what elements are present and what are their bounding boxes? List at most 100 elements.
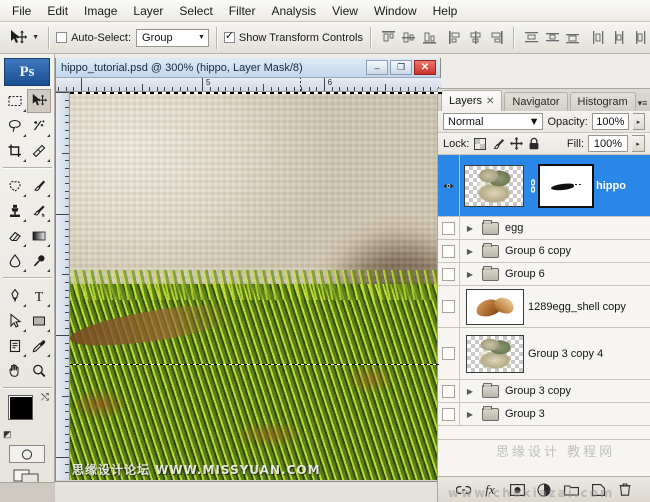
vertical-ruler[interactable] (56, 92, 70, 480)
layer-row-group-6-copy[interactable]: ▶ Group 6 copy (438, 240, 650, 263)
blend-mode-dropdown[interactable]: Normal ▼ (443, 113, 543, 130)
eye-icon[interactable] (442, 347, 455, 360)
menu-item-filter[interactable]: Filter (221, 1, 264, 21)
group-expand-triangle-icon[interactable]: ▶ (460, 270, 480, 279)
move-tool[interactable] (27, 89, 51, 113)
auto-select-target-dropdown[interactable]: Group ▼ (136, 29, 209, 47)
pen-tool[interactable] (3, 284, 27, 308)
eye-icon[interactable] (442, 385, 455, 398)
blur-tool[interactable] (3, 249, 27, 273)
layer-style-fx-icon[interactable]: fx (482, 482, 498, 498)
menu-item-window[interactable]: Window (366, 1, 425, 21)
distribute-left-edges-icon[interactable] (589, 28, 608, 48)
eye-icon[interactable] (442, 222, 455, 235)
layer-list[interactable]: hippo ▶ egg ▶ Group 6 copy (438, 155, 650, 476)
new-adjustment-layer-icon[interactable] (536, 482, 552, 498)
layer-row-group-3[interactable]: ▶ Group 3 (438, 403, 650, 426)
type-tool[interactable]: T (27, 284, 51, 308)
slice-tool[interactable] (27, 139, 51, 163)
lock-image-pixels-icon[interactable] (491, 137, 505, 151)
eye-icon[interactable] (442, 179, 455, 192)
align-left-edges-icon[interactable] (446, 28, 465, 48)
group-expand-triangle-icon[interactable]: ▶ (460, 224, 480, 233)
new-layer-icon[interactable] (590, 482, 606, 498)
eraser-tool[interactable] (3, 224, 27, 248)
hand-tool[interactable] (3, 359, 27, 383)
layer-visibility-cell[interactable] (438, 263, 460, 285)
layer-mask-link-icon[interactable] (528, 179, 538, 193)
magic-wand-tool[interactable] (27, 114, 51, 138)
quick-mask-mode-button[interactable] (9, 445, 45, 463)
maximize-button[interactable]: ❐ (390, 60, 412, 75)
layer-row-group-6[interactable]: ▶ Group 6 (438, 263, 650, 286)
lock-position-icon[interactable] (509, 137, 523, 151)
layer-visibility-cell[interactable] (438, 380, 460, 402)
rectangular-marquee-tool[interactable] (3, 89, 27, 113)
close-button[interactable]: ✕ (414, 60, 436, 75)
swap-colors-icon[interactable]: ⤭ (41, 392, 49, 403)
distribute-top-edges-icon[interactable] (522, 28, 541, 48)
eyedropper-tool[interactable] (27, 334, 51, 358)
opacity-slider-arrow-icon[interactable]: ▸ (633, 113, 645, 130)
menu-item-select[interactable]: Select (171, 1, 220, 21)
dodge-tool[interactable] (27, 249, 51, 273)
layer-visibility-cell[interactable] (438, 403, 460, 425)
menu-item-edit[interactable]: Edit (39, 1, 76, 21)
menu-item-analysis[interactable]: Analysis (263, 1, 324, 21)
align-top-edges-icon[interactable] (379, 28, 398, 48)
layer-thumbnail-hippo[interactable] (464, 165, 524, 207)
distribute-vertical-centers-icon[interactable] (543, 28, 562, 48)
layer-row-group-3-copy-4[interactable]: Group 3 copy 4 (438, 328, 650, 380)
align-bottom-edges-icon[interactable] (420, 28, 439, 48)
menu-item-image[interactable]: Image (76, 1, 125, 21)
menu-item-view[interactable]: View (324, 1, 366, 21)
align-horizontal-centers-icon[interactable] (466, 28, 485, 48)
path-selection-tool[interactable] (3, 309, 27, 333)
clone-stamp-tool[interactable] (3, 199, 27, 223)
tab-layers[interactable]: Layers ✕ (441, 90, 502, 111)
document-title-bar[interactable]: hippo_tutorial.psd @ 300% (hippo, Layer … (56, 58, 440, 78)
tab-histogram[interactable]: Histogram (570, 92, 636, 111)
eye-icon[interactable] (442, 245, 455, 258)
rectangle-shape-tool[interactable] (27, 309, 51, 333)
layer-visibility-cell[interactable] (438, 240, 460, 262)
distribute-horizontal-centers-icon[interactable] (610, 28, 629, 48)
default-colors-icon[interactable]: ◩ (3, 429, 12, 440)
auto-select-checkbox[interactable] (56, 32, 67, 43)
layer-visibility-cell[interactable] (438, 286, 460, 327)
group-expand-triangle-icon[interactable]: ▶ (460, 410, 480, 419)
add-layer-mask-icon[interactable] (509, 482, 525, 498)
eye-icon[interactable] (442, 300, 455, 313)
minimize-button[interactable]: – (366, 60, 388, 75)
distribute-right-edges-icon[interactable] (630, 28, 649, 48)
layer-row-hippo[interactable]: hippo (438, 155, 650, 217)
layer-mask-thumbnail-hippo[interactable] (538, 164, 594, 208)
notes-tool[interactable] (3, 334, 27, 358)
link-layers-icon[interactable] (455, 482, 471, 498)
menu-item-help[interactable]: Help (425, 1, 466, 21)
align-vertical-centers-icon[interactable] (399, 28, 418, 48)
gradient-tool[interactable] (27, 224, 51, 248)
menu-item-layer[interactable]: Layer (125, 1, 171, 21)
fill-slider-arrow-icon[interactable]: ▸ (632, 135, 645, 152)
tool-preset-chevron-icon[interactable]: ▼ (30, 26, 41, 50)
eye-icon[interactable] (442, 268, 455, 281)
layer-row-egg-shell-copy[interactable]: 1289egg_shell copy (438, 286, 650, 328)
layer-row-partial[interactable] (438, 426, 650, 440)
move-tool-icon[interactable] (6, 25, 30, 51)
layer-row-egg[interactable]: ▶ egg (438, 217, 650, 240)
patch-healing-tool[interactable] (3, 174, 27, 198)
canvas-area[interactable]: 思缘设计论坛 WWW.MISSYUAN.COM (70, 92, 442, 480)
group-expand-triangle-icon[interactable]: ▶ (460, 387, 480, 396)
crop-tool[interactable] (3, 139, 27, 163)
opacity-input[interactable]: 100% (592, 113, 629, 130)
close-icon[interactable]: ✕ (486, 96, 494, 107)
eye-icon[interactable] (442, 408, 455, 421)
panel-menu-icon[interactable]: ▾≡ (638, 98, 648, 109)
history-brush-tool[interactable] (27, 199, 51, 223)
horizontal-ruler[interactable]: 56 (56, 78, 442, 92)
delete-layer-icon[interactable] (617, 482, 633, 498)
new-group-icon[interactable] (563, 482, 579, 498)
distribute-bottom-edges-icon[interactable] (563, 28, 582, 48)
menu-item-file[interactable]: File (4, 1, 39, 21)
